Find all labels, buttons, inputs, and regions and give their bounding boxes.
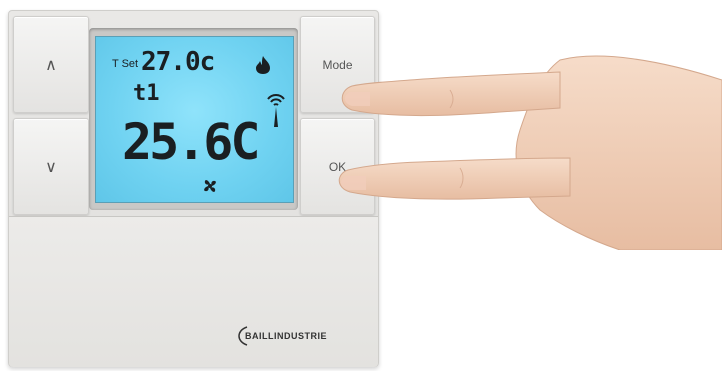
screen-bezel: T Set 27.0c t1 25.6C (89, 28, 298, 210)
setpoint-value: 27.0c (141, 47, 215, 77)
thermostat-device: ∧ ∨ Mode OK T Set 27.0c t1 25.6C BAILLIN… (8, 10, 379, 367)
up-arrow-icon: ∧ (45, 56, 57, 74)
wifi-signal-icon (267, 94, 285, 127)
current-temperature: 25.6C (122, 113, 261, 171)
setpoint-label: T Set (112, 58, 139, 70)
lcd-screen: T Set 27.0c t1 25.6C (95, 36, 294, 203)
program-label: t1 (133, 81, 160, 106)
down-arrow-icon: ∨ (45, 158, 57, 176)
brand-name: BAILLINDUSTRIE (245, 331, 327, 341)
flame-icon (256, 56, 270, 74)
hand-image (338, 55, 722, 250)
down-button[interactable]: ∨ (13, 118, 89, 215)
lower-cover-panel: BAILLINDUSTRIE (9, 216, 378, 367)
fan-icon (204, 180, 216, 192)
up-button[interactable]: ∧ (13, 16, 89, 113)
